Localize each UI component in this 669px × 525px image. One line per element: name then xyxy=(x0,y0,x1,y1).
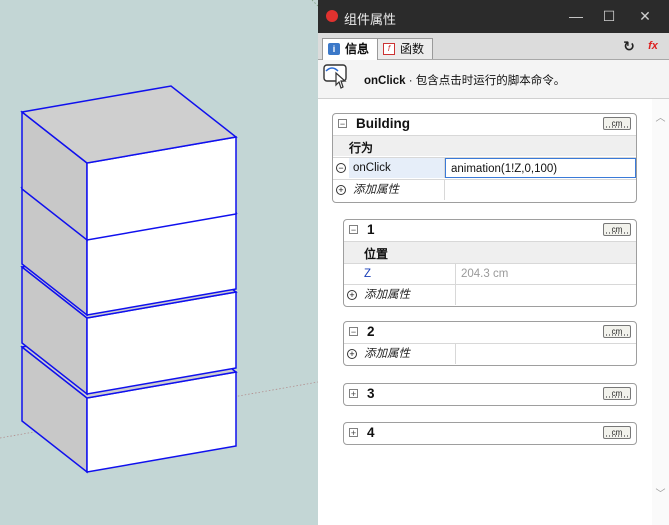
tab-functions[interactable]: f 函数 xyxy=(377,38,434,59)
collapse-toggle-icon[interactable]: − xyxy=(349,225,358,235)
vertical-scrollbar[interactable]: ︿ ﹀ xyxy=(652,99,669,525)
expand-toggle-icon[interactable]: + xyxy=(349,389,358,399)
expand-toggle-icon[interactable]: + xyxy=(349,428,358,438)
section-behavior: 行为 xyxy=(333,135,636,156)
group-4-header[interactable]: + 4 cm xyxy=(344,423,636,443)
group-building: − Building cm 行为 − onClick animation(1!Z… xyxy=(332,113,637,203)
group-4-name: 4 xyxy=(367,425,375,440)
scroll-up-icon[interactable]: ︿ xyxy=(652,109,669,124)
group-2-name: 2 xyxy=(367,324,375,339)
add-attribute-row[interactable]: + 添加属性 xyxy=(344,284,636,305)
attributes-content: − Building cm 行为 − onClick animation(1!Z… xyxy=(318,99,652,525)
add-attribute-label: 添加属性 xyxy=(349,180,445,200)
attribute-value-input[interactable]: animation(1!Z,0,100) xyxy=(445,158,636,178)
group-building-name: Building xyxy=(356,116,410,131)
tab-functions-label: 函数 xyxy=(400,42,425,56)
section-position-label: 位置 xyxy=(364,247,389,261)
attribute-name-z: Z xyxy=(360,264,456,284)
group-3-name: 3 xyxy=(367,386,375,401)
group-3: + 3 cm xyxy=(343,383,637,406)
group-1-name: 1 xyxy=(367,222,375,237)
section-behavior-label: 行为 xyxy=(349,141,374,155)
units-button[interactable]: cm xyxy=(603,426,631,439)
add-attribute-icon[interactable]: + xyxy=(336,185,346,195)
attribute-row-z[interactable]: Z 204.3 cm xyxy=(344,263,636,284)
units-button[interactable]: cm xyxy=(603,387,631,400)
attribute-value-z[interactable]: 204.3 cm xyxy=(456,264,636,284)
group-3-header[interactable]: + 3 cm xyxy=(344,384,636,404)
help-attribute-name: onClick xyxy=(364,75,406,87)
section-position: 位置 xyxy=(344,241,636,263)
add-attribute-label: 添加属性 xyxy=(360,344,456,364)
tab-bar: i 信息 f 函数 ↻ fx xyxy=(318,33,669,60)
minimize-button[interactable]: — xyxy=(565,6,587,26)
group-building-header[interactable]: − Building cm xyxy=(333,114,636,134)
add-attribute-icon[interactable]: + xyxy=(347,349,357,359)
collapse-toggle-icon[interactable]: − xyxy=(338,119,347,129)
close-button[interactable]: ✕ xyxy=(634,6,656,26)
component-attributes-panel: 组件属性 — ☐ ✕ i 信息 f 函数 ↻ fx onClick · 包含点击… xyxy=(318,0,669,525)
units-button[interactable]: cm xyxy=(603,223,631,236)
scroll-down-icon[interactable]: ﹀ xyxy=(652,485,669,500)
remove-attribute-icon[interactable]: − xyxy=(336,163,346,173)
sketchup-app-icon xyxy=(326,10,338,22)
info-icon: i xyxy=(328,43,340,55)
help-bar: onClick · 包含点击时运行的脚本命令。 xyxy=(318,60,669,99)
group-4: + 4 cm xyxy=(343,422,637,445)
tab-info-label: 信息 xyxy=(345,42,370,56)
add-attribute-label: 添加属性 xyxy=(360,285,456,305)
window-title: 组件属性 xyxy=(344,12,397,27)
function-icon: f xyxy=(383,43,395,55)
group-1: − 1 cm 位置 Z 204.3 cm + 添加属性 xyxy=(343,219,637,307)
refresh-icon[interactable]: ↻ xyxy=(620,37,638,55)
add-attribute-row[interactable]: + 添加属性 xyxy=(333,179,636,200)
pointer-hand-icon xyxy=(323,64,347,89)
tab-info[interactable]: i 信息 xyxy=(322,38,379,60)
group-2: − 2 cm + 添加属性 xyxy=(343,321,637,366)
add-attribute-icon[interactable]: + xyxy=(347,290,357,300)
window-titlebar[interactable]: 组件属性 — ☐ ✕ xyxy=(318,0,669,33)
maximize-button[interactable]: ☐ xyxy=(598,6,620,26)
attribute-name-onclick: onClick xyxy=(349,158,445,178)
attribute-row-onclick[interactable]: − onClick animation(1!Z,0,100) xyxy=(333,157,636,178)
collapse-toggle-icon[interactable]: − xyxy=(349,327,358,337)
group-1-header[interactable]: − 1 cm xyxy=(344,220,636,240)
formula-toggle-icon[interactable]: fx xyxy=(644,37,662,55)
building-model-drawing[interactable] xyxy=(0,0,318,525)
add-attribute-row[interactable]: + 添加属性 xyxy=(344,343,636,364)
group-2-header[interactable]: − 2 cm xyxy=(344,322,636,342)
units-button[interactable]: cm xyxy=(603,325,631,338)
model-viewport[interactable] xyxy=(0,0,318,525)
help-description: · 包含点击时运行的脚本命令。 xyxy=(405,75,566,87)
units-button[interactable]: cm xyxy=(603,117,631,130)
